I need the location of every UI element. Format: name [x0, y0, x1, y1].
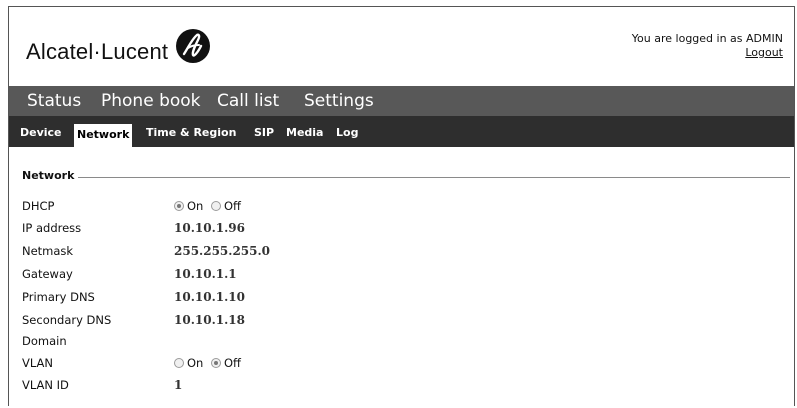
tab-sip[interactable]: SIP — [251, 124, 277, 142]
vlan-on-label: On — [187, 356, 204, 370]
sub-nav: Device Network Time & Region SIP Media L… — [9, 116, 794, 147]
main-nav: Status Phone book Call list Settings — [9, 86, 794, 116]
tab-log[interactable]: Log — [333, 124, 361, 142]
main-nav-status[interactable]: Status — [27, 89, 81, 113]
vlan-on-radio[interactable] — [174, 358, 184, 368]
section-title: Network — [22, 169, 79, 182]
dhcp-label: DHCP — [22, 199, 55, 213]
vlan-off-radio[interactable] — [211, 358, 221, 368]
network-section-header: Network — [22, 169, 790, 185]
vlan-off-label: Off — [224, 356, 241, 370]
secondary-dns-value: 10.10.1.18 — [174, 313, 245, 327]
vlan-label: VLAN — [22, 356, 54, 370]
dhcp-on-label: On — [187, 199, 204, 213]
dhcp-on-radio[interactable] — [174, 201, 184, 211]
gateway-value: 10.10.1.1 — [174, 267, 237, 281]
vlan-radio-group: On Off — [174, 356, 241, 370]
main-nav-settings[interactable]: Settings — [304, 89, 374, 113]
main-nav-call-list[interactable]: Call list — [217, 89, 279, 113]
tab-device[interactable]: Device — [17, 124, 65, 142]
domain-label: Domain — [22, 334, 67, 348]
dhcp-off-radio[interactable] — [211, 201, 221, 211]
section-divider — [22, 177, 790, 178]
tab-media[interactable]: Media — [283, 124, 326, 142]
dhcp-off-label: Off — [224, 199, 241, 213]
ip-address-label: IP address — [22, 221, 82, 235]
secondary-dns-label: Secondary DNS — [22, 313, 112, 327]
page-header: Alcatel·Lucent You are logged in as ADMI… — [8, 6, 795, 86]
gateway-label: Gateway — [22, 267, 73, 281]
primary-dns-value: 10.10.1.10 — [174, 290, 245, 304]
netmask-label: Netmask — [22, 244, 74, 258]
logout-link[interactable]: Logout — [745, 46, 783, 59]
login-text: You are logged in as ADMIN — [631, 32, 783, 45]
main-nav-phone-book[interactable]: Phone book — [101, 89, 201, 113]
login-status: You are logged in as ADMIN Logout — [632, 32, 783, 60]
netmask-value: 255.255.255.0 — [174, 244, 271, 258]
vlan-id-label: VLAN ID — [22, 378, 69, 392]
ip-address-value: 10.10.1.96 — [174, 221, 245, 235]
primary-dns-label: Primary DNS — [22, 290, 95, 304]
brand-name: Alcatel·Lucent — [26, 39, 169, 64]
alcatel-lucent-logo-icon — [176, 29, 210, 63]
vlan-id-value: 1 — [174, 378, 183, 392]
tab-time-region[interactable]: Time & Region — [143, 124, 239, 142]
tab-network[interactable]: Network — [74, 124, 133, 147]
dhcp-radio-group: On Off — [174, 199, 241, 213]
